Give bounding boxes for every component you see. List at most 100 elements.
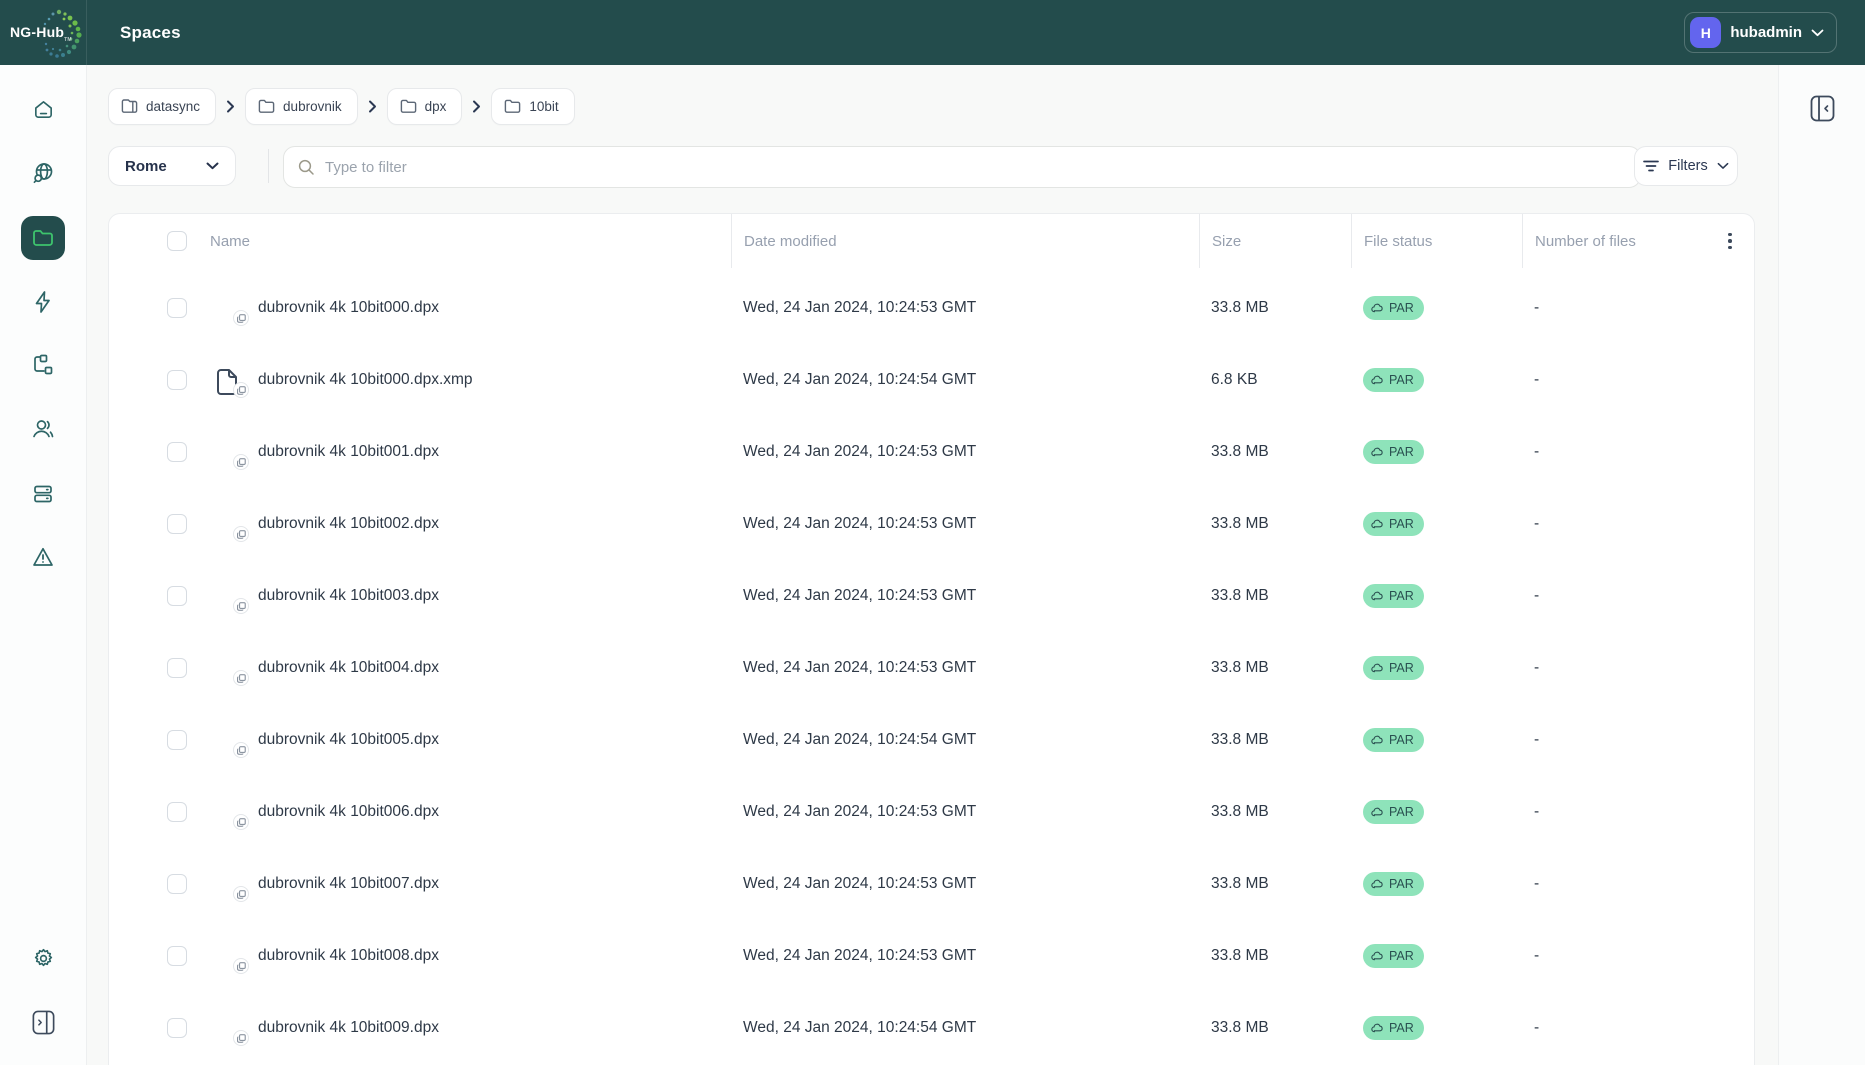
file-status-badge: PAR <box>1363 584 1424 608</box>
breadcrumb-item-dpx[interactable]: dpx <box>387 88 463 125</box>
table-row[interactable]: dubrovnik 4k 10bit002.dpx Wed, 24 Jan 20… <box>109 488 1754 560</box>
file-size: 33.8 MB <box>1199 947 1351 965</box>
table-row[interactable]: dubrovnik 4k 10bit007.dpx Wed, 24 Jan 20… <box>109 848 1754 920</box>
search-box[interactable] <box>283 146 1641 188</box>
table-row[interactable]: dubrovnik 4k 10bit008.dpx Wed, 24 Jan 20… <box>109 920 1754 992</box>
column-header-size[interactable]: Size <box>1199 214 1351 268</box>
panel-collapse-icon[interactable] <box>1810 95 1835 127</box>
file-date-modified: Wed, 24 Jan 2024, 10:24:53 GMT <box>731 875 1199 893</box>
sidebar-item-settings[interactable] <box>21 936 65 980</box>
row-checkbox[interactable] <box>167 658 187 678</box>
breadcrumb-item-datasync[interactable]: datasync <box>108 88 216 125</box>
breadcrumb-label: 10bit <box>529 99 558 114</box>
sidebar-item-discover[interactable] <box>21 151 65 195</box>
logo-wordmark: NG-HubTM <box>10 24 72 43</box>
gear-icon <box>32 947 55 970</box>
cloud-icon <box>1371 447 1384 457</box>
select-all-checkbox[interactable] <box>167 231 187 251</box>
file-size: 33.8 MB <box>1199 731 1351 749</box>
file-date-modified: Wed, 24 Jan 2024, 10:24:54 GMT <box>731 1019 1199 1037</box>
user-menu[interactable]: H hubadmin <box>1684 12 1837 53</box>
chevron-right-icon <box>472 100 481 113</box>
file-name: dubrovnik 4k 10bit002.dpx <box>258 515 439 533</box>
file-status-label: PAR <box>1389 877 1414 891</box>
sidebar-item-storage[interactable] <box>21 472 65 516</box>
row-checkbox[interactable] <box>167 298 187 318</box>
file-count: - <box>1522 587 1710 605</box>
versions-badge-icon <box>233 742 249 758</box>
app-logo[interactable]: NG-HubTM <box>8 4 86 61</box>
row-checkbox[interactable] <box>167 1018 187 1038</box>
cloud-icon <box>1371 735 1384 745</box>
search-input[interactable] <box>325 159 1626 176</box>
table-row[interactable]: dubrovnik 4k 10bit004.dpx Wed, 24 Jan 20… <box>109 632 1754 704</box>
file-status-badge: PAR <box>1363 656 1424 680</box>
cloud-icon <box>1371 879 1384 889</box>
app-header: NG-HubTM Spaces H hubadmin <box>0 0 1865 65</box>
cloud-icon <box>1371 663 1384 673</box>
file-count: - <box>1522 515 1710 533</box>
file-status-label: PAR <box>1389 373 1414 387</box>
row-checkbox[interactable] <box>167 946 187 966</box>
page-title: Spaces <box>120 0 181 65</box>
table-row[interactable]: dubrovnik 4k 10bit006.dpx Wed, 24 Jan 20… <box>109 776 1754 848</box>
table-row[interactable]: dubrovnik 4k 10bit001.dpx Wed, 24 Jan 20… <box>109 416 1754 488</box>
table-options-kebab-icon[interactable] <box>1722 227 1738 256</box>
globe-search-icon <box>31 161 55 185</box>
file-count: - <box>1522 443 1710 461</box>
toolbar: Rome Filters <box>108 146 1758 188</box>
row-checkbox[interactable] <box>167 514 187 534</box>
file-status-badge: PAR <box>1363 512 1424 536</box>
file-date-modified: Wed, 24 Jan 2024, 10:24:53 GMT <box>731 515 1199 533</box>
column-header-name[interactable]: Name <box>201 214 731 268</box>
file-date-modified: Wed, 24 Jan 2024, 10:24:54 GMT <box>731 371 1199 389</box>
chevron-down-icon <box>206 162 219 170</box>
breadcrumb-item-dubrovnik[interactable]: dubrovnik <box>245 88 358 125</box>
file-name: dubrovnik 4k 10bit007.dpx <box>258 875 439 893</box>
column-header-file-status[interactable]: File status <box>1351 214 1522 268</box>
file-count: - <box>1522 803 1710 821</box>
sidebar-item-users[interactable] <box>21 407 65 451</box>
table-row[interactable]: dubrovnik 4k 10bit003.dpx Wed, 24 Jan 20… <box>109 560 1754 632</box>
file-name: dubrovnik 4k 10bit006.dpx <box>258 803 439 821</box>
server-icon <box>31 483 55 505</box>
column-header-date-modified[interactable]: Date modified <box>731 214 1199 268</box>
versions-badge-icon <box>233 670 249 686</box>
space-selector[interactable]: Rome <box>108 146 236 186</box>
file-size: 33.8 MB <box>1199 1019 1351 1037</box>
filter-icon <box>1643 160 1659 172</box>
file-count: - <box>1522 299 1710 317</box>
table-row[interactable]: dubrovnik 4k 10bit000.dpx Wed, 24 Jan 20… <box>109 272 1754 344</box>
file-name: dubrovnik 4k 10bit000.dpx.xmp <box>258 371 473 389</box>
sidebar-item-alerts[interactable] <box>21 535 65 579</box>
table-row[interactable]: dubrovnik 4k 10bit005.dpx Wed, 24 Jan 20… <box>109 704 1754 776</box>
row-checkbox[interactable] <box>167 802 187 822</box>
file-count: - <box>1522 1019 1710 1037</box>
row-checkbox[interactable] <box>167 370 187 390</box>
row-checkbox[interactable] <box>167 730 187 750</box>
cloud-icon <box>1371 303 1384 313</box>
sidebar-item-spaces[interactable] <box>21 216 65 260</box>
filters-button[interactable]: Filters <box>1634 146 1738 186</box>
row-checkbox[interactable] <box>167 874 187 894</box>
file-count: - <box>1522 875 1710 893</box>
file-size: 33.8 MB <box>1199 515 1351 533</box>
column-header-number-of-files[interactable]: Number of files <box>1522 214 1710 268</box>
sidebar-item-home[interactable] <box>21 87 65 131</box>
sidebar-item-integrations[interactable] <box>21 343 65 387</box>
row-checkbox[interactable] <box>167 586 187 606</box>
sidebar-item-collapse-sidebar[interactable] <box>21 1000 65 1044</box>
breadcrumb: datasync dubrovnik dpx 10bit <box>108 88 575 125</box>
breadcrumb-item-10bit[interactable]: 10bit <box>491 88 574 125</box>
search-icon <box>298 159 315 176</box>
file-date-modified: Wed, 24 Jan 2024, 10:24:53 GMT <box>731 299 1199 317</box>
table-row[interactable]: dubrovnik 4k 10bit009.dpx Wed, 24 Jan 20… <box>109 992 1754 1064</box>
versions-badge-icon <box>233 598 249 614</box>
row-checkbox[interactable] <box>167 442 187 462</box>
file-size: 33.8 MB <box>1199 659 1351 677</box>
sidebar-item-automation[interactable] <box>21 280 65 324</box>
table-body: dubrovnik 4k 10bit000.dpx Wed, 24 Jan 20… <box>109 268 1754 1064</box>
table-row[interactable]: dubrovnik 4k 10bit000.dpx.xmp Wed, 24 Ja… <box>109 344 1754 416</box>
breadcrumb-label: dubrovnik <box>283 99 342 114</box>
versions-badge-icon <box>233 1030 249 1046</box>
